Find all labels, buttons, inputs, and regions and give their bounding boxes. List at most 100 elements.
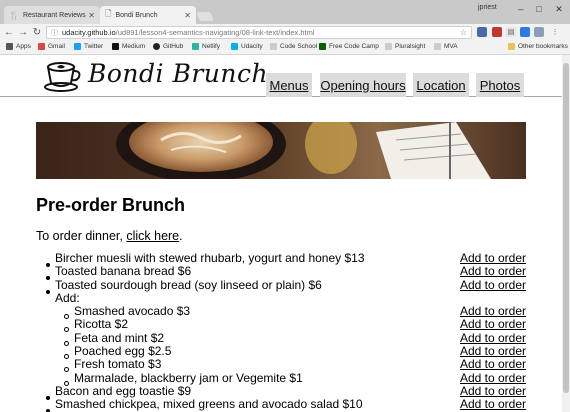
bookmark-gmail[interactable]: Gmail: [38, 43, 65, 50]
bookmark-star-icon[interactable]: ☆: [460, 28, 467, 37]
tab-title: Restaurant Reviews: [22, 11, 86, 19]
add-to-order-link[interactable]: Add to order: [460, 318, 526, 332]
bookmark-free-code-camp[interactable]: Free Code Camp: [319, 43, 379, 50]
bookmark-twitter[interactable]: Twitter: [74, 43, 103, 50]
list-item: Fresh tomato $3 Add to order: [36, 357, 526, 373]
add-to-order-link[interactable]: Add to order: [460, 397, 526, 411]
list-item: Bircher muesli with stewed rhubarb, yogu…: [36, 251, 526, 267]
menu-item-label: Smashed avocado $3: [74, 304, 191, 319]
menu-item-label: Toasted banana bread $6: [55, 264, 192, 279]
extension-icon[interactable]: [477, 27, 487, 37]
order-dinner-intro: To order dinner, click here.: [36, 229, 183, 243]
gmail-icon: [38, 43, 45, 50]
new-tab-button[interactable]: [196, 12, 214, 21]
menu-item-label: Feta and mint $2: [74, 330, 165, 345]
browser-titlebar: 🍴 Restaurant Reviews ✕ 🗋 Bondi Brunch ✕ …: [0, 0, 570, 24]
list-item: Ricotta $2 Add to order: [36, 317, 526, 333]
reload-icon[interactable]: ↻: [30, 25, 44, 39]
udacity-icon: [231, 43, 238, 50]
page-title: Pre-order Brunch: [36, 195, 186, 215]
menu-item-label: Poached egg $2.5: [74, 344, 172, 359]
bookmark-code-school[interactable]: Code School: [270, 43, 317, 50]
list-item: Feta and mint $2 Add to order: [36, 330, 526, 346]
list-item: Toasted banana bread $6 Add to order: [36, 264, 526, 281]
github-icon: [153, 43, 160, 50]
freecodecamp-icon: [319, 43, 326, 50]
forward-icon[interactable]: →: [16, 25, 30, 39]
drive-icon[interactable]: [520, 27, 530, 37]
bookmark-mva[interactable]: MVA: [434, 43, 458, 50]
add-to-order-link[interactable]: Add to order: [460, 264, 526, 278]
tab-restaurant-reviews[interactable]: 🍴 Restaurant Reviews ✕: [4, 6, 100, 24]
page-icon: [434, 43, 441, 50]
menu-icon[interactable]: ⋮: [550, 27, 560, 37]
menu-item-label: Bircher muesli with stewed rhubarb, yogu…: [55, 251, 365, 265]
add-to-order-link[interactable]: Add to order: [460, 384, 526, 398]
bookmark-udacity[interactable]: Udacity: [231, 43, 263, 50]
twitter-icon: [74, 43, 81, 50]
bookmark-pluralsight[interactable]: Pluralsight: [385, 43, 425, 50]
netlify-icon: [192, 43, 199, 50]
close-icon[interactable]: ✕: [88, 11, 95, 20]
brunch-menu-list: Bircher muesli with stewed rhubarb, yogu…: [36, 251, 526, 412]
shield-icon[interactable]: [492, 27, 502, 37]
hero-coffee-image: [36, 122, 526, 179]
add-to-order-link[interactable]: Add to order: [460, 371, 526, 385]
list-item: Bacon and egg toastie $9 Add to order: [36, 383, 526, 400]
bookmark-medium[interactable]: Medium: [112, 43, 145, 50]
site-header: Bondi Brunch Menus Opening hours Locatio…: [0, 55, 562, 97]
list-item: Marmalade, blackberry jam or Vegemite $1…: [36, 370, 526, 386]
nav-location[interactable]: Location: [413, 73, 469, 97]
vertical-scrollbar[interactable]: [562, 55, 570, 412]
add-to-order-link[interactable]: Add to order: [460, 304, 526, 318]
bullet: [46, 403, 50, 412]
site-title[interactable]: Bondi Brunch: [88, 59, 268, 88]
extension-icon[interactable]: [534, 27, 544, 37]
bookmark-apps[interactable]: Apps: [6, 43, 31, 50]
list-item: Smashed avocado $3 Add to order: [36, 304, 526, 320]
bookmark-netlify[interactable]: Netlify: [192, 43, 220, 50]
info-icon[interactable]: ⓘ: [51, 28, 58, 38]
list-item: Smashed chickpea, mixed greens and avoca…: [36, 397, 526, 412]
add-to-order-link[interactable]: Add to order: [460, 251, 526, 265]
apps-icon: [6, 43, 13, 50]
add-ons-heading: Add:: [36, 290, 526, 305]
add-to-order-link[interactable]: Add to order: [460, 331, 526, 345]
address-bar[interactable]: ⓘ udacity.github.io /ud891/lesson4-seman…: [46, 26, 472, 39]
close-window-icon[interactable]: ✕: [546, 0, 570, 18]
bookmark-github[interactable]: GitHub: [153, 43, 183, 50]
intro-text: To order dinner,: [36, 229, 127, 243]
tab-title: Bondi Brunch: [115, 11, 158, 19]
page-icon: 🗋: [105, 9, 112, 18]
profile-name[interactable]: jpriest: [478, 4, 497, 11]
medium-icon: [112, 43, 119, 50]
menu-item-label: Ricotta $2: [74, 317, 129, 332]
add-to-order-link[interactable]: Add to order: [460, 358, 526, 372]
menu-item-label: Toasted sourdough bread (soy linseed or …: [55, 277, 322, 292]
nav-photos[interactable]: Photos: [476, 73, 524, 97]
page-viewport: Bondi Brunch Menus Opening hours Locatio…: [0, 55, 562, 412]
other-bookmarks[interactable]: Other bookmarks: [508, 43, 568, 50]
nav-menus[interactable]: Menus: [266, 73, 312, 97]
menu-item-label: Fresh tomato $3: [74, 357, 162, 372]
nav-opening-hours[interactable]: Opening hours: [320, 73, 406, 97]
add-label: Add:: [55, 290, 80, 305]
add-to-order-link[interactable]: Add to order: [460, 278, 526, 292]
url-host: udacity.github.io: [62, 28, 116, 37]
menu-item-label: Bacon and egg toastie $9: [55, 383, 192, 398]
list-item: Poached egg $2.5 Add to order: [36, 344, 526, 360]
back-icon[interactable]: ←: [2, 25, 16, 39]
page-action-icon[interactable]: ▤: [506, 27, 516, 37]
bookmarks-bar: Apps Gmail Twitter Medium GitHub Netlify…: [0, 41, 570, 55]
page-icon: [270, 43, 277, 50]
menu-item-label: Marmalade, blackberry jam or Vegemite $1: [74, 370, 303, 385]
close-icon[interactable]: ✕: [184, 11, 191, 20]
tab-bondi-brunch[interactable]: 🗋 Bondi Brunch ✕: [100, 6, 196, 24]
url-path: /ud891/lesson4-semantics-navigating/08-l…: [115, 28, 315, 37]
menu-item-label: Smashed chickpea, mixed greens and avoca…: [55, 397, 363, 412]
click-here-link[interactable]: click here: [126, 229, 179, 243]
add-to-order-link[interactable]: Add to order: [460, 344, 526, 358]
page-icon: [385, 43, 392, 50]
scrollbar-thumb[interactable]: [563, 63, 569, 393]
folder-icon: [508, 43, 515, 50]
